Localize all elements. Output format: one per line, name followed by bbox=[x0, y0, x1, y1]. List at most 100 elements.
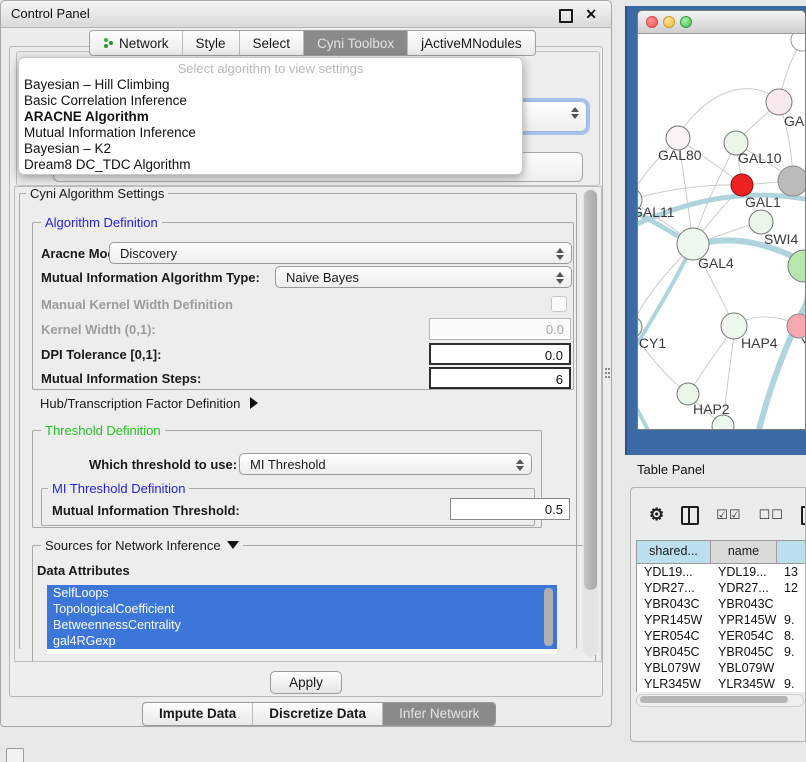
bottom-tab-impute-data[interactable]: Impute Data bbox=[143, 703, 252, 725]
data-attribute-item[interactable]: TopologicalCoefficient bbox=[47, 601, 557, 617]
close-window-icon[interactable] bbox=[646, 16, 658, 28]
table-row[interactable]: YBL079WYBL079W bbox=[637, 660, 806, 676]
tab-select[interactable]: Select bbox=[239, 31, 304, 55]
table-cell: YBL079W bbox=[637, 660, 711, 676]
which-threshold-combobox[interactable]: MI Threshold bbox=[239, 453, 532, 475]
list-scrollbar-thumb[interactable] bbox=[544, 588, 553, 646]
apply-button[interactable]: Apply bbox=[270, 671, 342, 694]
tab-jactivemnodules[interactable]: jActiveMNodules bbox=[407, 31, 535, 55]
algorithm-option[interactable]: Bayesian – K2 bbox=[19, 141, 522, 157]
panel-divider-grip[interactable] bbox=[604, 367, 611, 380]
minimize-window-icon[interactable] bbox=[663, 16, 675, 28]
cyni-algorithm-settings-title: Cyni Algorithm Settings bbox=[26, 186, 168, 201]
combo-arrows-icon bbox=[556, 247, 564, 261]
close-panel-icon[interactable]: ✕ bbox=[585, 5, 597, 23]
unchecked-columns-icon[interactable]: ☐☐ bbox=[759, 507, 784, 523]
network-node-gal[interactable] bbox=[766, 89, 792, 115]
attribute-table: shared...name YDL19...YDL19...13YDR27...… bbox=[636, 540, 806, 692]
table-cell: YDR27... bbox=[711, 580, 777, 596]
network-window: GALGAL80GAL10GAL1GAL11SWI4GAL4GCY1HAP4YH… bbox=[637, 10, 806, 430]
algorithm-dropdown-placeholder: Select algorithm to view settings bbox=[19, 60, 522, 77]
algorithm-option[interactable]: Bayesian – Hill Climbing bbox=[19, 77, 522, 93]
columns-icon[interactable] bbox=[681, 506, 699, 525]
network-canvas[interactable]: GALGAL80GAL10GAL1GAL11SWI4GAL4GCY1HAP4YH… bbox=[638, 34, 805, 429]
aracne-mode-combobox[interactable]: Discovery bbox=[109, 242, 572, 264]
mi-steps-field[interactable]: 6 bbox=[429, 367, 571, 389]
hub-definition-toggle[interactable]: Hub/Transcription Factor Definition bbox=[40, 396, 258, 411]
table-cell: YDR27... bbox=[637, 580, 711, 596]
tab-style[interactable]: Style bbox=[182, 31, 239, 55]
data-attributes-list[interactable]: SelfLoopsTopologicalCoefficientBetweenne… bbox=[47, 585, 557, 654]
network-node[interactable] bbox=[712, 415, 734, 429]
column-header[interactable] bbox=[777, 541, 806, 563]
sources-title-toggle[interactable]: Sources for Network Inference bbox=[41, 538, 243, 553]
node-label: HAP2 bbox=[693, 401, 730, 417]
dpi-tolerance-field[interactable]: 0.0 bbox=[429, 343, 571, 365]
table-cell bbox=[777, 660, 806, 676]
control-panel-titlebar: Control Panel ✕ bbox=[1, 1, 611, 28]
algorithm-option[interactable]: Basic Correlation Inference bbox=[19, 93, 522, 109]
cyni-bottom-tabs: Impute DataDiscretize DataInfer Network bbox=[142, 702, 496, 726]
cyni-settings-scrollpane: Cyni Algorithm Settings Algorithm Defini… bbox=[14, 186, 602, 662]
table-row[interactable]: YLR345WYLR345W9. bbox=[637, 676, 806, 692]
data-attribute-item[interactable]: gal4RGexp bbox=[47, 633, 557, 649]
checked-columns-icon[interactable]: ☑☑ bbox=[716, 507, 741, 523]
table-cell: YBR045C bbox=[637, 644, 711, 660]
node-label: GAL1 bbox=[745, 194, 781, 210]
column-header[interactable]: shared... bbox=[637, 541, 711, 563]
combo-arrows-icon bbox=[571, 106, 579, 120]
manual-kernel-checkbox[interactable] bbox=[551, 296, 567, 312]
bottom-tab-discretize-data[interactable]: Discretize Data bbox=[252, 703, 382, 725]
tab-label: jActiveMNodules bbox=[421, 32, 522, 55]
table-row[interactable]: YBR045CYBR045C9. bbox=[637, 644, 806, 660]
data-attribute-item[interactable]: BetweennessCentrality bbox=[47, 617, 557, 633]
manual-kernel-label: Manual Kernel Width Definition bbox=[41, 297, 233, 312]
table-scrollbar-thumb[interactable] bbox=[640, 696, 788, 703]
partial-bottom-button[interactable] bbox=[6, 748, 24, 762]
data-attributes-label: Data Attributes bbox=[37, 563, 130, 578]
zoom-window-icon[interactable] bbox=[680, 16, 692, 28]
settings-scrollbar[interactable] bbox=[583, 189, 598, 657]
float-panel-icon[interactable] bbox=[559, 9, 573, 23]
sources-group: Sources for Network Inference Data Attri… bbox=[32, 545, 596, 662]
table-row[interactable]: YBR043CYBR043C bbox=[637, 596, 806, 612]
column-header[interactable]: name bbox=[711, 541, 777, 563]
table-row[interactable]: YDR27...YDR27...12 bbox=[637, 580, 806, 596]
mi-steps-label: Mutual Information Steps: bbox=[41, 371, 201, 386]
node-label: Y bbox=[801, 335, 805, 351]
table-cell: YDL19... bbox=[711, 564, 777, 580]
document-icon[interactable] bbox=[801, 506, 806, 525]
data-attribute-item[interactable]: SelfLoops bbox=[47, 585, 557, 601]
table-row[interactable]: YDL19...YDL19...13 bbox=[637, 564, 806, 580]
node-label: GAL bbox=[784, 113, 805, 129]
algorithm-option[interactable]: ARACNE Algorithm bbox=[19, 109, 522, 125]
algorithm-option[interactable]: Dream8 DC_TDC Algorithm bbox=[19, 157, 522, 173]
table-row[interactable]: YPR145WYPR145W9. bbox=[637, 612, 806, 628]
mi-type-combobox[interactable]: Naive Bayes bbox=[275, 266, 572, 288]
kernel-width-field[interactable]: 0.0 bbox=[429, 318, 571, 340]
network-node[interactable] bbox=[791, 34, 805, 51]
tab-network[interactable]: Network bbox=[90, 31, 182, 55]
tab-cyni-toolbox[interactable]: Cyni Toolbox bbox=[303, 31, 407, 55]
tab-label: Network bbox=[119, 32, 169, 55]
network-node[interactable] bbox=[778, 166, 805, 196]
network-node-gal1[interactable] bbox=[731, 174, 753, 196]
threshold-definition-group: Threshold Definition Which threshold to … bbox=[32, 430, 542, 528]
bottom-tab-infer-network[interactable]: Infer Network bbox=[382, 703, 495, 725]
dpi-tolerance-label: DPI Tolerance [0,1]: bbox=[41, 347, 161, 362]
settings-scrollbar-thumb[interactable] bbox=[584, 190, 597, 590]
aracne-mode-value: Discovery bbox=[120, 246, 177, 261]
table-cell: YLR345W bbox=[637, 676, 711, 692]
node-label: GAL4 bbox=[698, 255, 734, 271]
table-cell: YPR145W bbox=[637, 612, 711, 628]
table-cell bbox=[777, 596, 806, 612]
mi-threshold-field[interactable]: 0.5 bbox=[450, 498, 570, 520]
gear-icon[interactable]: ⚙ bbox=[649, 505, 664, 525]
tab-label: Style bbox=[196, 32, 226, 55]
algorithm-dropdown-list: Bayesian – Hill ClimbingBasic Correlatio… bbox=[19, 77, 522, 173]
table-panel-header: Table Panel bbox=[625, 452, 806, 484]
algorithm-option[interactable]: Mutual Information Inference bbox=[19, 125, 522, 141]
table-row[interactable]: YER054CYER054C8. bbox=[637, 628, 806, 644]
control-panel-title: Control Panel bbox=[11, 1, 90, 27]
table-horizontal-scrollbar[interactable] bbox=[636, 694, 804, 707]
